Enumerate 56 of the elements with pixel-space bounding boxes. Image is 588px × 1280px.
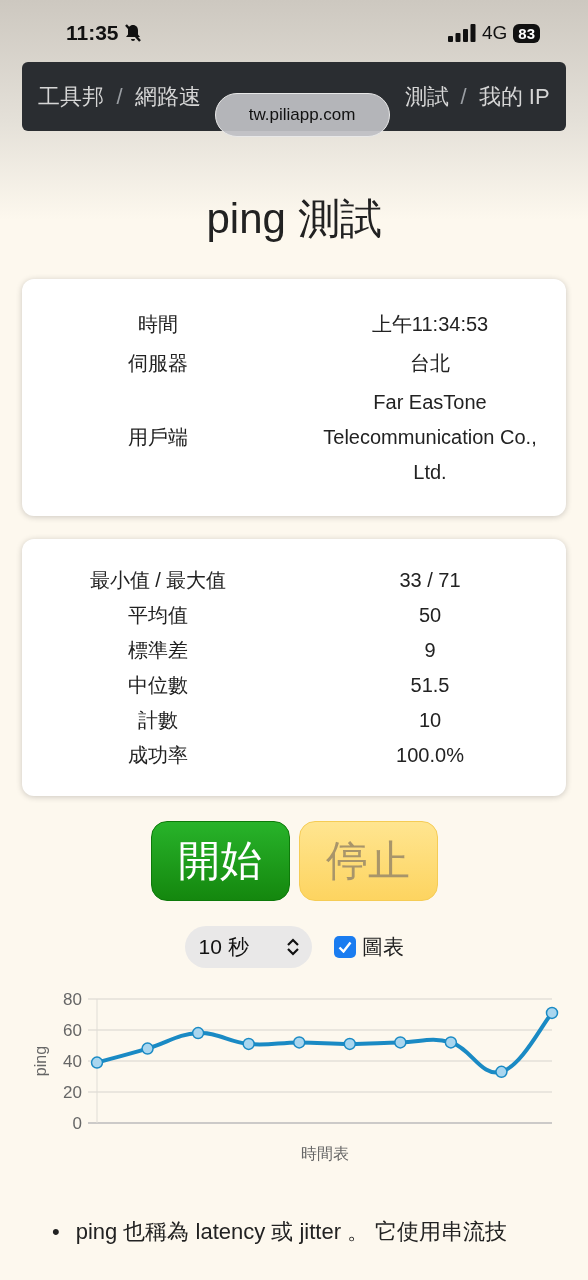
stat-label: 標準差: [127, 638, 189, 663]
url-pill[interactable]: tw.piliapp.com: [214, 92, 390, 137]
status-time: 11:35: [66, 21, 119, 45]
stat-label: 成功率: [127, 743, 189, 768]
axis-tick-label: 60: [63, 1021, 82, 1040]
data-point: [545, 1006, 559, 1020]
stat-label: 平均值: [127, 603, 189, 628]
stat-value: 50: [418, 603, 442, 628]
stat-value: 9: [424, 638, 436, 663]
signal-icon: [447, 24, 476, 42]
stat-value: 10: [418, 708, 442, 733]
stat-value: 51.5: [410, 673, 450, 698]
checkmark-icon: [337, 941, 352, 953]
data-point: [444, 1036, 458, 1049]
axis-tick-label: 40: [63, 1052, 82, 1071]
page-title: ping 測試: [205, 194, 383, 244]
data-point: [495, 1065, 508, 1079]
chart-checkbox[interactable]: [333, 936, 356, 958]
data-point: [141, 1042, 154, 1055]
data-point: [242, 1037, 255, 1051]
info-label: 用戶端: [127, 425, 189, 450]
info-value: 上午11:34:53: [371, 312, 489, 337]
info-label: 時間: [137, 312, 179, 337]
bullet-marker: •: [52, 1218, 60, 1246]
data-point: [191, 1026, 205, 1040]
data-point: [90, 1056, 104, 1069]
chevron-updown-icon: [285, 937, 300, 957]
checkbox-label: 圖表: [361, 934, 404, 960]
battery-level: 83: [513, 23, 540, 43]
data-point: [292, 1036, 306, 1049]
breadcrumb-separator: /: [460, 83, 467, 110]
info-value: Far EasTone Telecommunication Co., Ltd.: [322, 390, 538, 485]
axis-tick-label: 0: [72, 1114, 82, 1133]
axis-label: ping: [32, 1045, 49, 1077]
data-point: [343, 1037, 357, 1051]
info-label: 伺服器: [127, 351, 189, 376]
breadcrumb-link[interactable]: 網路速: [134, 81, 201, 112]
axis-tick-label: 20: [63, 1083, 82, 1102]
network-type: 4G: [481, 22, 508, 44]
breadcrumb-link[interactable]: 我的 IP: [478, 81, 550, 112]
data-point: [394, 1036, 407, 1049]
breadcrumb-separator: /: [116, 83, 123, 110]
stat-value: 100.0%: [396, 743, 464, 768]
breadcrumb-link[interactable]: 測試: [404, 81, 449, 112]
muted-bell-icon: [122, 23, 143, 43]
start-button[interactable]: 開始: [150, 821, 290, 901]
stat-value: 33 / 71: [399, 568, 461, 593]
interval-select[interactable]: 10 秒: [184, 926, 312, 968]
stat-label: 中位數: [127, 673, 189, 698]
stat-label: 最小值 / 最大值: [88, 568, 228, 593]
info-value: 台北: [410, 351, 450, 376]
axis-tick-label: 80: [63, 990, 82, 1009]
axis-label: 時間表: [300, 1145, 349, 1162]
stat-label: 計數: [137, 708, 179, 733]
description-text: ping 也稱為 latency 或 jitter 。 它使用串流技: [75, 1218, 508, 1246]
breadcrumb-link[interactable]: 工具邦: [38, 81, 105, 112]
